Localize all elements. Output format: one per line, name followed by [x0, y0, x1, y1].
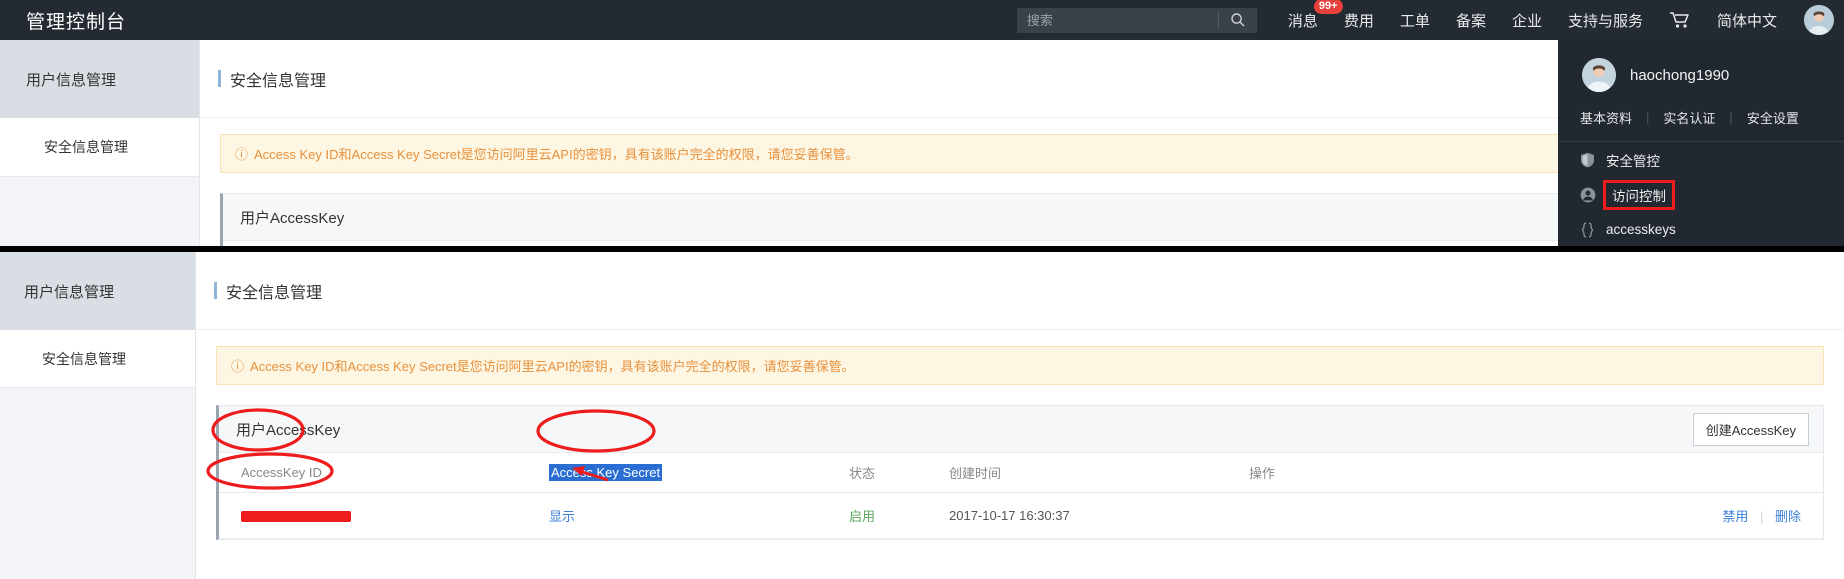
account-link-verification[interactable]: 实名认证 [1663, 108, 1715, 127]
cart-icon[interactable] [1669, 11, 1691, 29]
screenshot-root: 管理控制台 消息 99+ 费用 工单 备案 企业 支持与服务 [0, 0, 1844, 579]
security-notice-banner: ⓘ Access Key ID和Access Key Secret是您访问阿里云… [216, 346, 1824, 385]
message-count-badge: 99+ [1313, 0, 1343, 14]
cell-accesskey-secret: 显示 [549, 492, 849, 539]
link-separator: | [1646, 110, 1650, 125]
sidebar-item-security-info[interactable]: 安全信息管理 [0, 118, 199, 177]
status-badge: 启用 [849, 509, 876, 524]
nav-item-label: 消息 [1287, 12, 1318, 30]
notice-text: Access Key ID和Access Key Secret是您访问阿里云AP… [250, 359, 855, 374]
account-menu-label: 安全管控 [1606, 153, 1660, 169]
sidebar-top: 用户信息管理 安全信息管理 [0, 40, 200, 246]
sidebar-header: 用户信息管理 [0, 252, 195, 330]
create-accesskey-button[interactable]: 创建AccessKey [1692, 412, 1809, 446]
disable-action-link[interactable]: 禁用 [1722, 509, 1748, 524]
top-nav-right-group: 消息 99+ 费用 工单 备案 企业 支持与服务 简体中文 [1016, 0, 1844, 40]
account-menu-item-accesskeys[interactable]: accesskeys [1558, 212, 1844, 246]
account-menu-label: 访问控制 [1603, 179, 1675, 210]
nav-item-billing[interactable]: 费用 [1344, 10, 1374, 31]
sidebar-item-security-info[interactable]: 安全信息管理 [0, 330, 195, 388]
account-header: haochong1990 [1558, 40, 1844, 92]
person-circle-icon [1580, 187, 1602, 203]
account-dropdown-panel: haochong1990 基本资料 | 实名认证 | 安全设置 安全管控 访问控… [1558, 40, 1844, 246]
page-title: 安全信息管理 [226, 284, 323, 302]
account-quick-links: 基本资料 | 实名认证 | 安全设置 [1558, 92, 1844, 142]
sidebar-filler [0, 177, 199, 246]
exclamation-circle-icon: ⓘ [235, 147, 249, 162]
col-actions: 操作 [1249, 452, 1823, 493]
title-accent-bar [214, 282, 217, 299]
shield-icon [1580, 152, 1602, 168]
account-link-security[interactable]: 安全设置 [1747, 108, 1799, 127]
search-icon[interactable] [1219, 8, 1257, 33]
search-input[interactable] [1016, 12, 1218, 28]
account-menu-item-access-control[interactable]: 访问控制 [1558, 177, 1844, 212]
nav-item-support[interactable]: 支持与服务 [1568, 10, 1643, 31]
nav-item-language[interactable]: 简体中文 [1717, 10, 1777, 31]
col-created-at: 创建时间 [949, 452, 1249, 493]
top-navigation-bar: 管理控制台 消息 99+ 费用 工单 备案 企业 支持与服务 [0, 0, 1844, 40]
card-header: 用户AccessKey 创建AccessKey [219, 406, 1823, 452]
accesskey-table-bottom: AccessKey ID Access Key Secret 状态 创建时间 操… [219, 452, 1823, 539]
col-accesskey-id: AccessKey ID [219, 452, 549, 493]
page-title: 安全信息管理 [230, 72, 327, 90]
exclamation-circle-icon: ⓘ [231, 359, 245, 374]
nav-item-messages[interactable]: 消息 99+ [1287, 0, 1343, 31]
cell-status: 启用 [849, 492, 949, 539]
nav-item-icp[interactable]: 备案 [1456, 10, 1486, 31]
table-row: 显示 启用 2017-10-17 16:30:37 禁用 | 删除 [219, 492, 1823, 539]
link-separator: | [1729, 110, 1733, 125]
action-separator: | [1759, 509, 1764, 524]
redacted-accesskey-id [241, 511, 351, 523]
nav-item-tickets[interactable]: 工单 [1400, 10, 1430, 31]
accesskey-card-bottom: 用户AccessKey 创建AccessKey AccessKey ID Acc… [216, 405, 1824, 540]
card-title: 用户AccessKey [240, 209, 345, 227]
account-link-profile[interactable]: 基本资料 [1580, 108, 1632, 127]
global-search[interactable] [1016, 7, 1257, 33]
nav-item-enterprise[interactable]: 企业 [1512, 10, 1542, 31]
cell-created-at: 2017-10-17 16:30:37 [949, 492, 1249, 539]
console-brand-title: 管理控制台 [26, 11, 127, 33]
sidebar-bottom: 用户信息管理 安全信息管理 [0, 252, 196, 579]
page-title-bar: 安全信息管理 [196, 252, 1844, 330]
avatar[interactable] [1804, 5, 1834, 35]
cell-actions: 禁用 | 删除 [1249, 492, 1823, 539]
col-accesskey-secret: Access Key Secret [549, 452, 849, 493]
cell-accesskey-id [219, 492, 549, 539]
show-secret-link[interactable]: 显示 [549, 509, 575, 524]
console-window-top: 管理控制台 消息 99+ 费用 工单 备案 企业 支持与服务 [0, 0, 1844, 246]
avatar [1582, 58, 1616, 92]
card-title: 用户AccessKey [236, 421, 341, 439]
table-header-row: AccessKey ID Access Key Secret 状态 创建时间 操… [219, 452, 1823, 493]
sidebar-header: 用户信息管理 [0, 40, 199, 118]
col-accesskey-secret-selected-text: Access Key Secret [549, 464, 663, 481]
notice-text: Access Key ID和Access Key Secret是您访问阿里云AP… [254, 147, 859, 162]
account-menu-label: accesskeys [1606, 222, 1676, 237]
delete-action-link[interactable]: 删除 [1775, 509, 1801, 524]
console-window-bottom: 用户信息管理 安全信息管理 安全信息管理 ⓘ Access Key ID和Acc… [0, 252, 1844, 579]
title-accent-bar [218, 70, 221, 87]
account-menu-item-security-control[interactable]: 安全管控 [1558, 142, 1844, 177]
main-content-bottom: 安全信息管理 ⓘ Access Key ID和Access Key Secret… [196, 252, 1844, 579]
curly-braces-icon [1580, 222, 1602, 238]
account-username: haochong1990 [1630, 66, 1730, 84]
col-status: 状态 [849, 452, 949, 493]
